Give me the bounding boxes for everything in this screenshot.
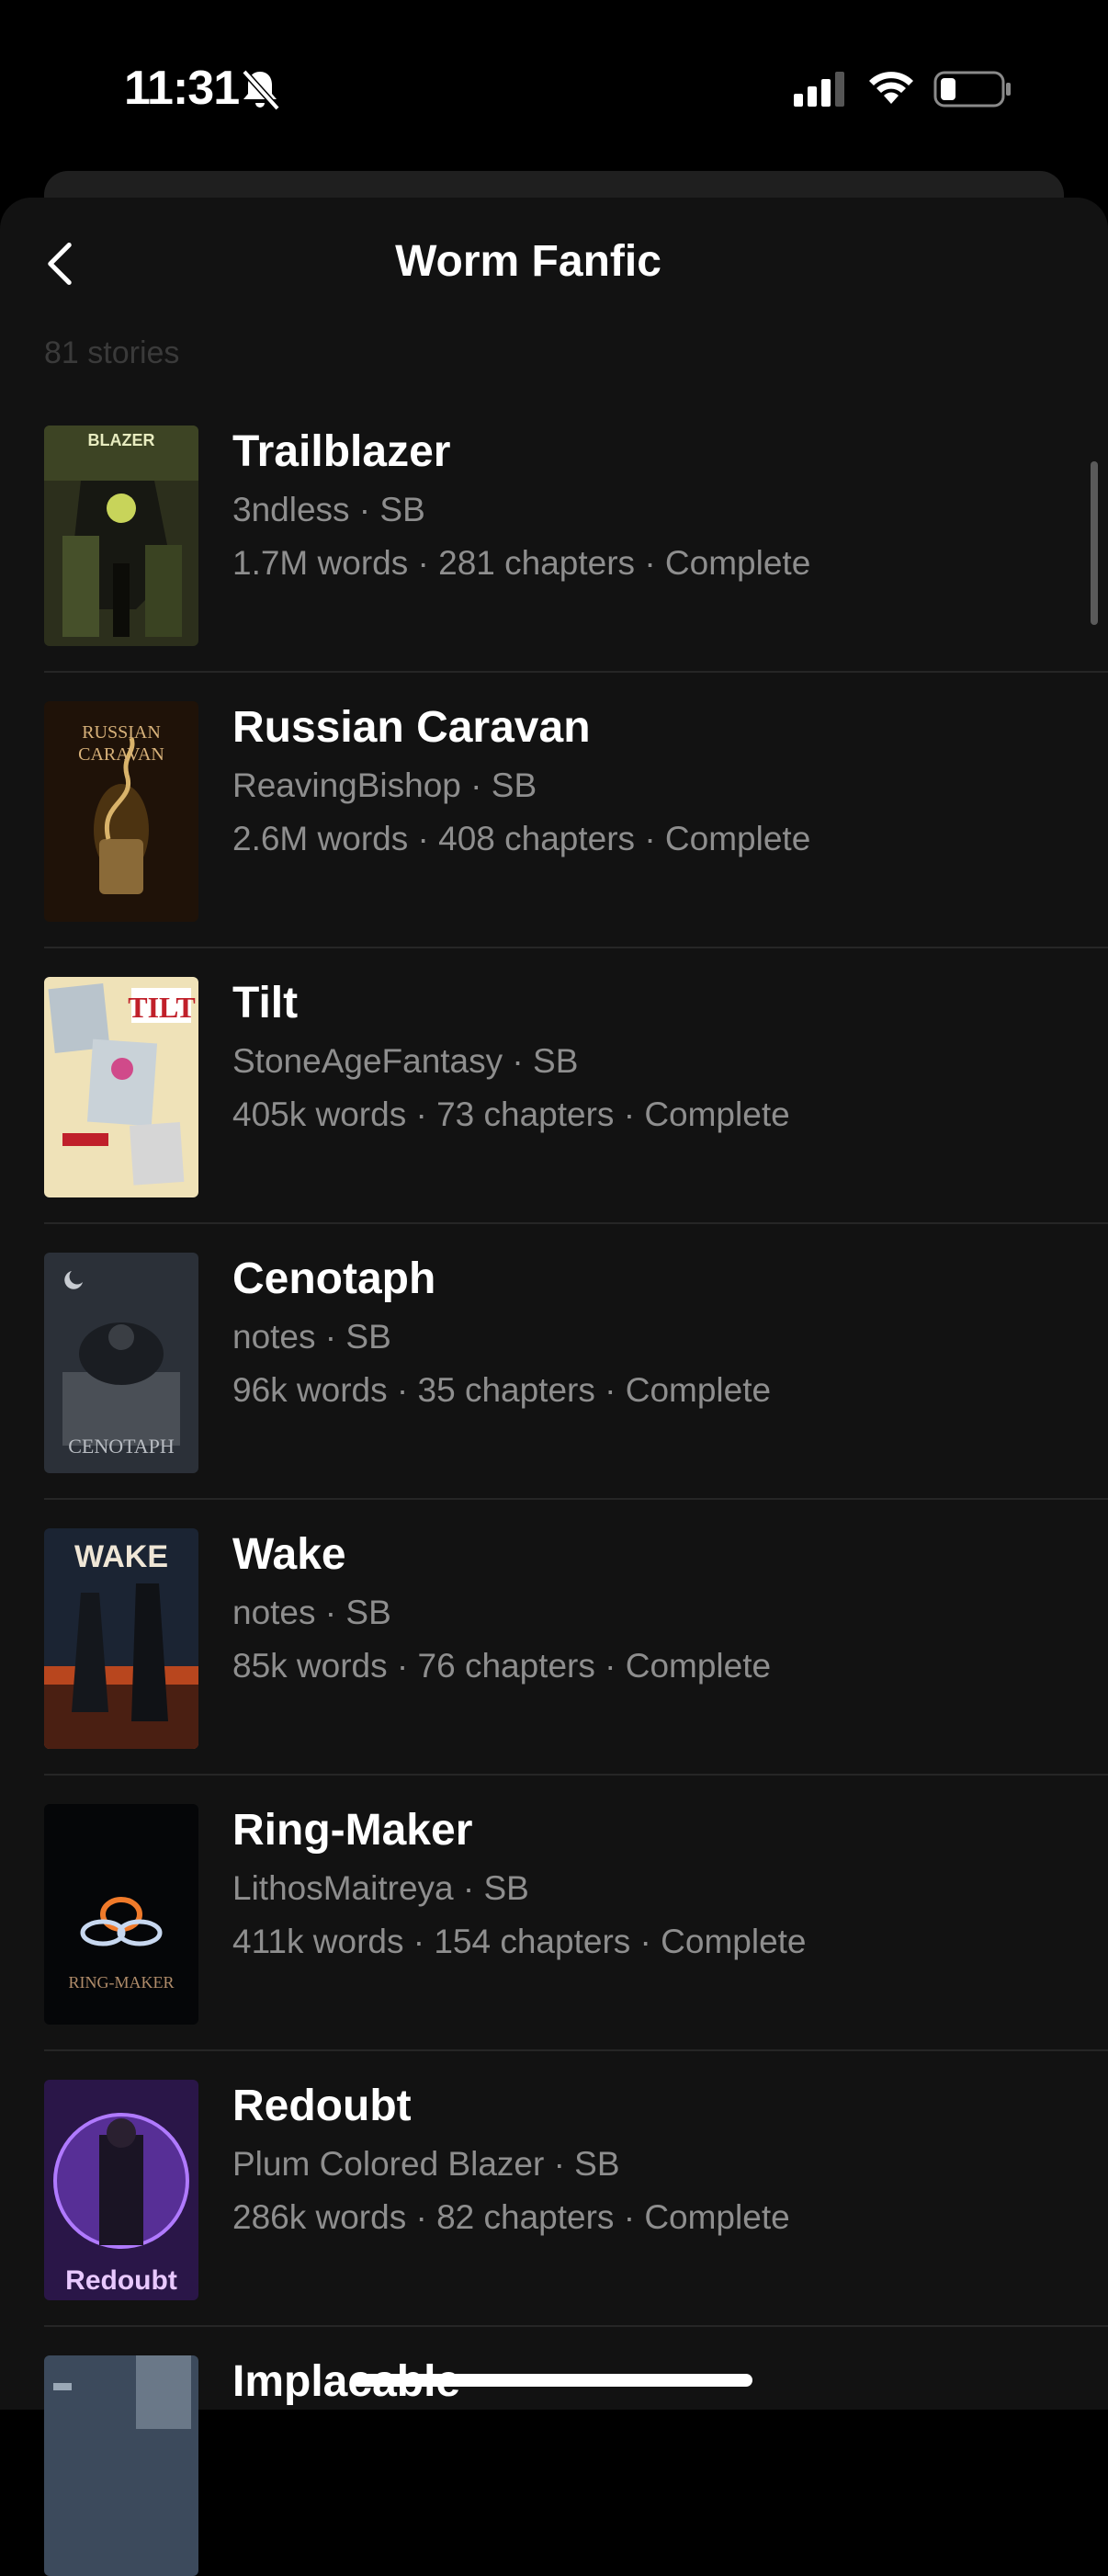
status-time: 11:31 bbox=[124, 62, 240, 115]
story-count: 81 stories bbox=[44, 335, 180, 370]
nav-header: Worm Fanfic bbox=[0, 198, 1108, 335]
battery-icon bbox=[933, 70, 1012, 108]
wifi-icon bbox=[865, 66, 917, 108]
story-row[interactable] bbox=[0, 1229, 1108, 1504]
story-row[interactable] bbox=[0, 1504, 1108, 1780]
story-row[interactable] bbox=[0, 677, 1108, 953]
status-bar: 11:31 bbox=[0, 0, 1108, 165]
story-row[interactable] bbox=[0, 2056, 1108, 2332]
page-title: Worm Fanfic bbox=[395, 237, 661, 286]
story-row[interactable] bbox=[0, 402, 1108, 677]
home-indicator[interactable] bbox=[352, 2374, 752, 2387]
cellular-signal-icon bbox=[792, 68, 847, 110]
story-row[interactable] bbox=[0, 2332, 1108, 2410]
bell-slash-icon bbox=[237, 66, 283, 112]
story-row[interactable] bbox=[0, 1780, 1108, 2056]
story-row[interactable] bbox=[0, 953, 1108, 1229]
